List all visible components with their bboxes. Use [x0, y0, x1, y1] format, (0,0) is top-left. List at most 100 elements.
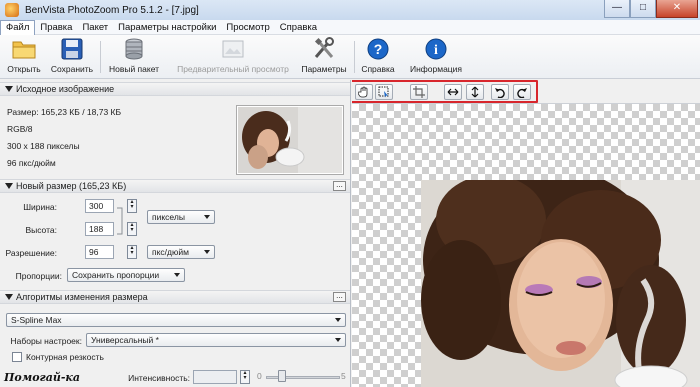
question-icon: ? — [365, 37, 391, 61]
open-label: Открыть — [7, 64, 41, 74]
presets-value: Универсальный * — [91, 335, 159, 345]
slider-min-label: 0 — [257, 371, 262, 381]
new-size-options-button[interactable]: ... — [333, 181, 346, 191]
intensity-field[interactable] — [193, 370, 237, 384]
collapse-triangle-icon — [5, 294, 13, 300]
height-field[interactable]: 188 — [85, 222, 114, 236]
method-select[interactable]: S-Spline Max — [6, 313, 346, 327]
intensity-spinner[interactable]: ▴ ▾ — [240, 370, 250, 384]
chevron-down-icon — [335, 318, 341, 322]
info-icon: i — [423, 37, 449, 61]
window-controls: — □ ✕ — [604, 0, 698, 18]
presets-select[interactable]: Универсальный * — [86, 333, 346, 347]
menu-view[interactable]: Просмотр — [221, 20, 274, 35]
chevron-down-icon — [204, 215, 210, 219]
fit-height-button[interactable] — [466, 84, 484, 100]
menu-edit[interactable]: Правка — [35, 20, 77, 35]
intensity-slider-thumb[interactable] — [278, 370, 286, 382]
source-section-header[interactable]: Исходное изображение — [0, 82, 350, 96]
crop-tool-button[interactable] — [410, 84, 428, 100]
menu-bar: Файл Правка Пакет Параметры настройки Пр… — [0, 19, 700, 35]
fit-height-icon — [471, 86, 479, 98]
select-tool-button[interactable] — [375, 84, 393, 100]
units-select[interactable]: пикселы — [147, 210, 215, 224]
chevron-down-icon — [174, 273, 180, 277]
preview-button[interactable]: Предварительный просмотр — [172, 37, 294, 77]
fit-width-button[interactable] — [444, 84, 462, 100]
source-thumbnail — [236, 105, 344, 175]
database-stack-icon — [121, 37, 147, 61]
resolution-label: Разрешение: — [5, 248, 57, 258]
resolution-field[interactable]: 96 — [85, 245, 114, 259]
new-size-section-header[interactable]: Новый размер (165,23 КБ) ... — [0, 179, 350, 193]
menu-help[interactable]: Справка — [275, 20, 322, 35]
chevron-down-icon — [335, 338, 341, 342]
open-button[interactable]: Открыть — [4, 37, 44, 77]
source-header-label: Исходное изображение — [16, 84, 115, 94]
height-label: Высота: — [25, 225, 57, 235]
height-spinner[interactable]: ▴ ▾ — [127, 222, 137, 236]
preview-label: Предварительный просмотр — [177, 64, 289, 74]
settings-button[interactable]: Параметры — [298, 37, 350, 77]
intensity-label: Интенсивность: — [128, 373, 190, 383]
menu-batch[interactable]: Пакет — [77, 20, 113, 35]
maximize-button[interactable]: □ — [630, 0, 656, 18]
toolbar-separator — [100, 41, 101, 73]
window-title: BenVista PhotoZoom Pro 5.1.2 - [7.jpg] — [25, 4, 199, 16]
help-label: Справка — [361, 64, 395, 74]
source-mode: RGB/8 — [7, 124, 33, 134]
settings-label: Параметры — [301, 64, 347, 74]
sharpness-checkbox[interactable] — [12, 352, 22, 362]
proportions-value: Сохранить пропорции — [72, 270, 160, 280]
svg-text:?: ? — [374, 41, 383, 57]
source-dimensions: 300 x 188 пикселы — [7, 141, 80, 151]
algorithms-section-header[interactable]: Алгоритмы изменения размера ... — [0, 290, 350, 304]
sharpness-label: Контурная резкость — [26, 352, 104, 362]
close-button[interactable]: ✕ — [656, 0, 698, 18]
rotate-left-button[interactable] — [491, 84, 509, 100]
view-toolbar — [352, 80, 700, 104]
rotate-right-icon — [517, 88, 527, 98]
save-button[interactable]: Сохранить — [49, 37, 95, 77]
chain-link-icon[interactable] — [116, 206, 125, 236]
crop-icon — [413, 86, 425, 98]
new-size-header-label: Новый размер (165,23 КБ) — [16, 181, 127, 191]
resolution-units-value: пкс/дюйм — [152, 247, 189, 257]
floppy-disk-icon — [59, 37, 85, 61]
info-button[interactable]: i Информация — [406, 37, 466, 77]
new-batch-button[interactable]: Новый пакет — [106, 37, 162, 77]
method-value: S-Spline Max — [11, 315, 62, 325]
save-label: Сохранить — [50, 64, 94, 74]
hand-icon — [358, 86, 368, 98]
menu-file[interactable]: Файл — [0, 19, 36, 35]
presets-label: Наборы настроек: — [10, 336, 83, 346]
menu-settings[interactable]: Параметры настройки — [113, 20, 221, 35]
preview-photo[interactable] — [421, 180, 700, 387]
source-dpi: 96 пкс/дюйм — [7, 158, 56, 168]
toolbar-separator — [354, 41, 355, 73]
slider-max-label: 5 — [341, 371, 346, 381]
hand-tool-button[interactable] — [355, 84, 373, 100]
minimize-button[interactable]: — — [604, 0, 630, 18]
left-panel: Исходное изображение Размер: 165,23 КБ /… — [0, 80, 351, 387]
width-spinner[interactable]: ▴ ▾ — [127, 199, 137, 213]
resolution-spinner[interactable]: ▴ ▾ — [127, 245, 137, 259]
resolution-units-select[interactable]: пкс/дюйм — [147, 245, 215, 259]
marquee-select-icon — [378, 86, 389, 98]
tools-icon — [311, 37, 337, 61]
width-field[interactable]: 300 — [85, 199, 114, 213]
rotate-right-button[interactable] — [513, 84, 531, 100]
algorithms-options-button[interactable]: ... — [333, 292, 346, 302]
help-button[interactable]: ? Справка — [358, 37, 398, 77]
svg-text:i: i — [434, 43, 438, 58]
source-size: Размер: 165,23 КБ / 18,73 КБ — [7, 107, 122, 117]
main-toolbar: Открыть Сохранить Новый пакет Предварите… — [0, 35, 700, 79]
proportions-label: Пропорции: — [15, 271, 62, 281]
title-bar: BenVista PhotoZoom Pro 5.1.2 - [7.jpg] —… — [0, 0, 700, 20]
collapse-triangle-icon — [5, 183, 13, 189]
collapse-triangle-icon — [5, 86, 13, 92]
preview-area — [352, 80, 700, 387]
proportions-select[interactable]: Сохранить пропорции — [67, 268, 185, 282]
preview-image-icon — [220, 37, 246, 61]
width-label: Ширина: — [23, 202, 57, 212]
